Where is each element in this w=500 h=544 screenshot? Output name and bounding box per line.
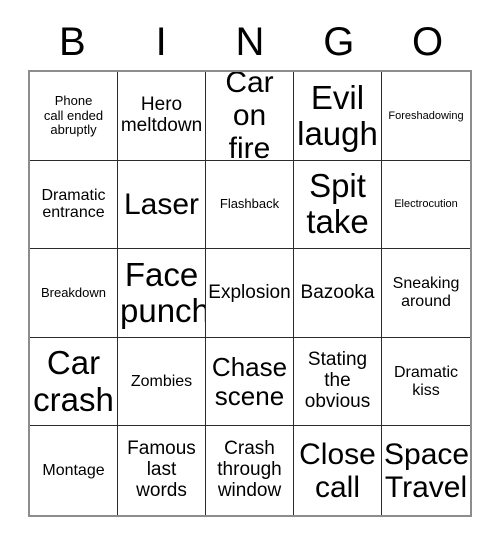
bingo-cell-label: Electrocution: [394, 198, 458, 211]
bingo-cell-label: Bazooka: [300, 281, 375, 303]
bingo-cell[interactable]: Explosion: [206, 249, 294, 338]
bingo-cell[interactable]: Zombies: [118, 337, 206, 427]
bingo-cell[interactable]: Spit take: [294, 160, 382, 250]
bingo-cell[interactable]: Close call: [294, 426, 382, 515]
bingo-cell[interactable]: Electrocution: [382, 160, 470, 250]
bingo-header-letter-o: O: [412, 20, 444, 64]
bingo-card: B I N G O Phone call ended abruptly Hero …: [0, 0, 500, 544]
bingo-cell[interactable]: Bazooka: [294, 249, 382, 338]
bingo-header-letter-g: G: [323, 20, 355, 64]
bingo-cell[interactable]: Dramatic kiss: [382, 337, 470, 427]
bingo-cell-label: Zombies: [130, 372, 193, 390]
bingo-cell-label: Foreshadowing: [388, 109, 464, 122]
bingo-cell-label: Space Travel: [384, 437, 470, 504]
bingo-cell-label: Car on fire: [225, 72, 274, 161]
bingo-cell-label: Dramatic entrance: [41, 186, 106, 222]
bingo-cell[interactable]: Laser: [118, 160, 206, 250]
bingo-cell-label: Evil laugh: [297, 78, 378, 152]
bingo-cell-label: Spit take: [306, 167, 369, 241]
bingo-cell-label: Face punch: [120, 255, 206, 329]
bingo-cell[interactable]: Face punch: [118, 249, 206, 338]
bingo-header-row: B I N G O: [28, 14, 472, 70]
bingo-cell[interactable]: Car on fire: [206, 72, 294, 161]
bingo-cell[interactable]: Montage: [30, 426, 118, 515]
bingo-cell-label: Chase scene: [211, 352, 288, 411]
bingo-cell[interactable]: Car crash: [30, 337, 118, 427]
bingo-cell-label: Explosion: [208, 281, 291, 303]
bingo-cell[interactable]: Hero meltdown: [118, 72, 206, 161]
bingo-header-letter-n: N: [235, 20, 265, 64]
bingo-cell[interactable]: Crash through window: [206, 426, 294, 515]
bingo-cell-label: Montage: [42, 461, 105, 479]
bingo-cell-label: Breakdown: [40, 284, 107, 300]
bingo-cell[interactable]: Foreshadowing: [382, 72, 470, 161]
bingo-cell-label: Phone call ended abruptly: [43, 93, 104, 137]
bingo-cell-label: Hero meltdown: [120, 93, 203, 136]
bingo-cell-label: Sneaking around: [392, 275, 460, 310]
bingo-cell[interactable]: Sneaking around: [382, 249, 470, 338]
bingo-cell-label: Car crash: [33, 344, 114, 418]
bingo-cell[interactable]: Famous last words: [118, 426, 206, 515]
bingo-grid: Phone call ended abruptly Hero meltdown Ca…: [28, 70, 472, 517]
bingo-cell[interactable]: Chase scene: [206, 337, 294, 427]
bingo-cell[interactable]: Stating the obvious: [294, 337, 382, 427]
bingo-cell[interactable]: Phone call ended abruptly: [30, 72, 118, 161]
bingo-cell-label: Famous last words: [127, 438, 196, 502]
bingo-header-letter-i: I: [155, 20, 167, 64]
bingo-cell-label: Laser: [123, 187, 200, 221]
bingo-cell[interactable]: Evil laugh: [294, 72, 382, 161]
bingo-cell[interactable]: Dramatic entrance: [30, 160, 118, 250]
bingo-cell-label: Close call: [299, 437, 376, 504]
bingo-header-letter-b: B: [59, 20, 86, 64]
bingo-cell[interactable]: Flashback: [206, 160, 294, 250]
bingo-cell[interactable]: Space Travel: [382, 426, 470, 515]
bingo-cell[interactable]: Breakdown: [30, 249, 118, 338]
bingo-cell-label: Crash through window: [217, 438, 282, 502]
bingo-cell-label: Flashback: [219, 196, 280, 212]
bingo-cell-label: Stating the obvious: [304, 349, 371, 413]
bingo-cell-label: Dramatic kiss: [393, 364, 458, 399]
